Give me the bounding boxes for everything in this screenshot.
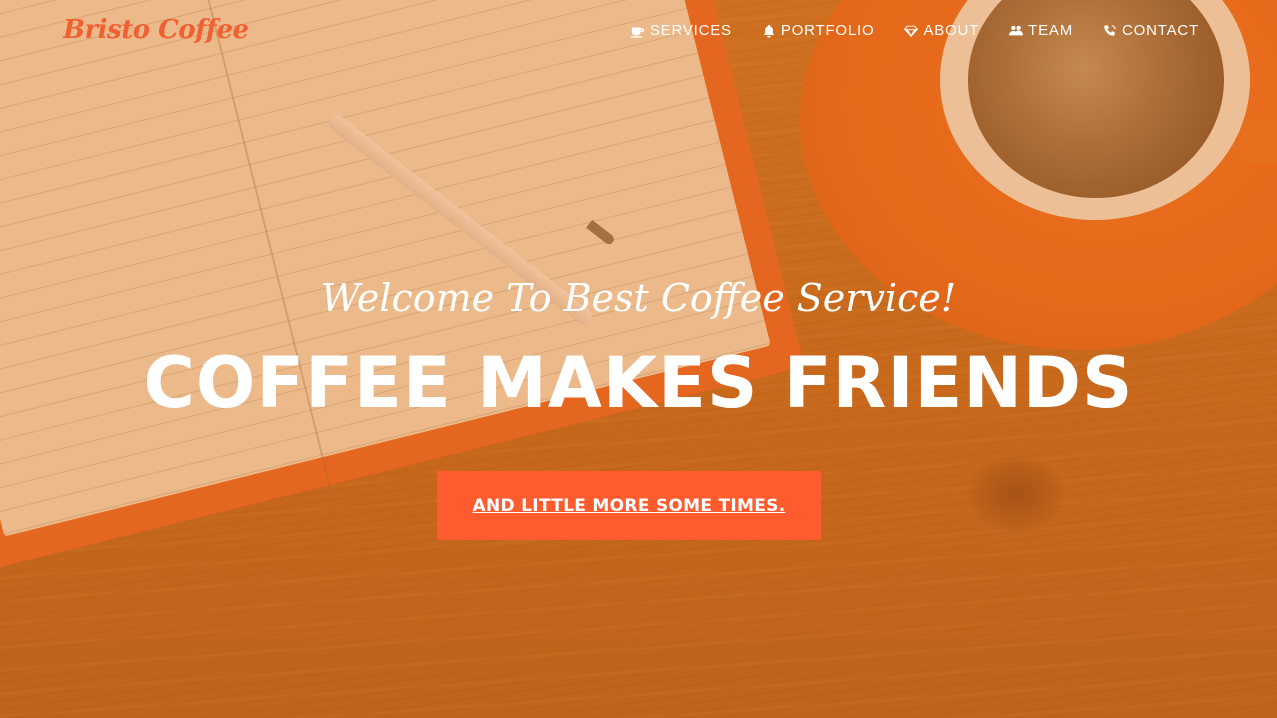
nav-menu: SERVICES PORTFOLIO ABOUT TEAM CONTACT <box>630 22 1199 39</box>
hero-section: Bristo Coffee SERVICES PORTFOLIO ABOUT T… <box>0 0 1277 718</box>
hero-heading: COFFEE MAKES FRIENDS <box>143 342 1134 424</box>
nav-item-label: PORTFOLIO <box>780 22 875 39</box>
coffee-cup-icon <box>630 27 644 38</box>
nav-item-label: CONTACT <box>1122 22 1199 39</box>
nav-item-about[interactable]: ABOUT <box>904 22 979 39</box>
nav-item-label: TEAM <box>1028 22 1074 39</box>
nav-item-label: ABOUT <box>923 22 980 39</box>
main-nav: Bristo Coffee SERVICES PORTFOLIO ABOUT T… <box>0 0 1277 64</box>
nav-item-label: SERVICES <box>649 22 732 39</box>
users-icon <box>1009 25 1024 35</box>
phone-icon <box>1104 24 1116 36</box>
nav-item-team[interactable]: TEAM <box>1009 22 1073 39</box>
diamond-icon <box>904 25 919 37</box>
nav-item-contact[interactable]: CONTACT <box>1103 22 1199 39</box>
brand-logo[interactable]: Bristo Coffee <box>63 15 249 45</box>
nav-item-services[interactable]: SERVICES <box>630 22 732 39</box>
bell-icon <box>763 24 775 38</box>
hero-lead-text: Welcome To Best Coffee Service! <box>320 276 957 320</box>
hero-cta-button[interactable]: AND LITTLE MORE SOME TIMES. <box>437 471 821 540</box>
nav-item-portfolio[interactable]: PORTFOLIO <box>762 22 875 39</box>
